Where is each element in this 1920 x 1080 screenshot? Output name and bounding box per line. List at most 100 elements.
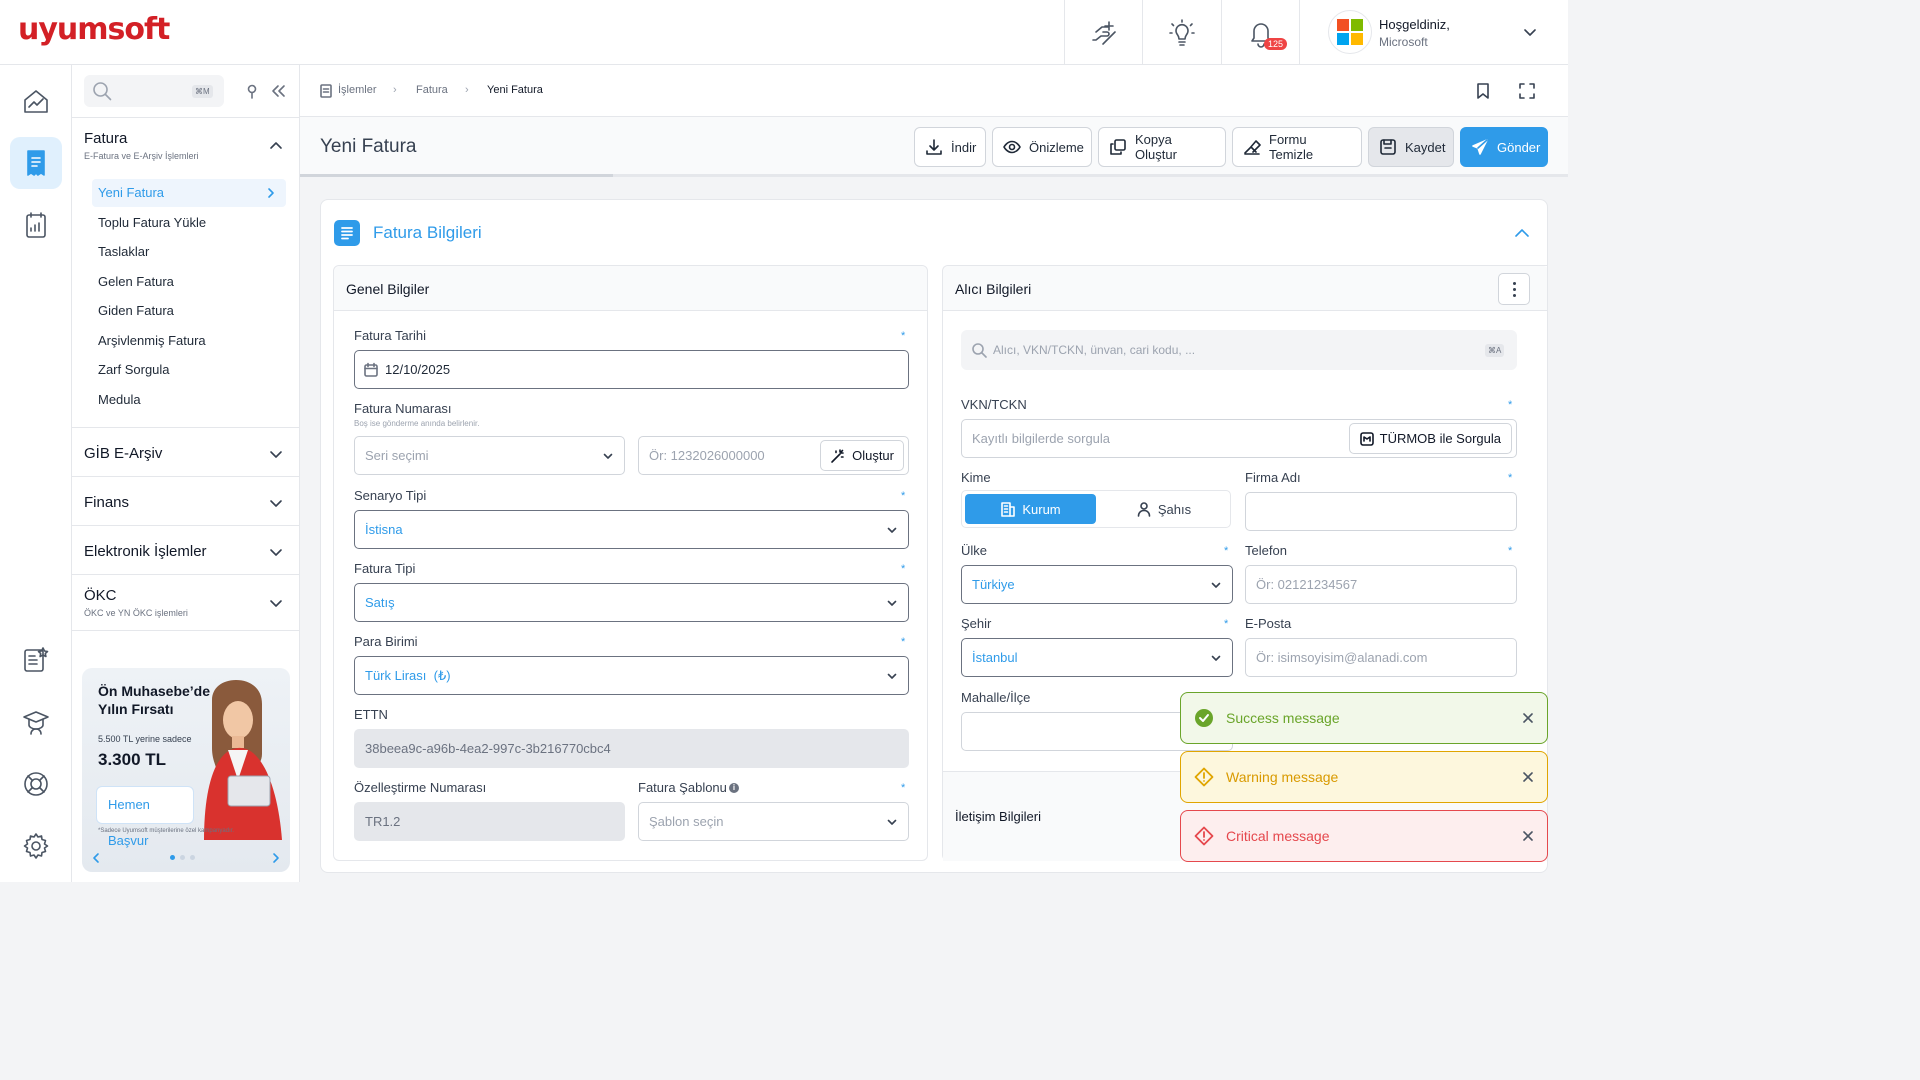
vkn-input[interactable]: Kayıtlı bilgilerde sorgula TÜRMOB ile So…	[961, 419, 1517, 458]
sidebar-search-input[interactable]: ⌘M	[84, 75, 224, 107]
section-title[interactable]: Fatura	[84, 130, 127, 147]
breadcrumb-item[interactable]: İşlemler	[338, 84, 377, 96]
sidebar-section-finans[interactable]: Finans	[72, 476, 300, 525]
phone-input[interactable]: Ör: 02121234567	[1245, 565, 1517, 604]
sidebar-item-gelen-fatura[interactable]: Gelen Fatura	[92, 268, 286, 296]
quick-action-button[interactable]	[1064, 0, 1142, 65]
scenario-select[interactable]: İstisna	[354, 510, 909, 549]
sidebar-section-elektronik-islemler[interactable]: Elektronik İşlemler	[72, 525, 300, 574]
eye-icon	[1003, 138, 1021, 156]
invoice-type-select[interactable]: Satış	[354, 583, 909, 622]
sidebar-item-giden-fatura[interactable]: Giden Fatura	[92, 297, 286, 325]
chevron-down-icon[interactable]	[1522, 24, 1538, 40]
copy-button[interactable]: Kopya Oluştur	[1098, 127, 1226, 167]
download-icon	[925, 138, 943, 156]
rail-support[interactable]	[10, 758, 62, 810]
receiver-search-input[interactable]: Alıcı, VKN/TCKN, ünvan, cari kodu, ... ⌘…	[961, 330, 1517, 370]
firm-name-input[interactable]	[1245, 492, 1517, 531]
sidebar-item-label: Yeni Fatura	[98, 185, 165, 200]
toast-success-text: Success message	[1226, 710, 1340, 726]
chevron-up-icon[interactable]	[1513, 224, 1531, 242]
email-input[interactable]: Ör: isimsoyisim@alanadi.com	[1245, 638, 1517, 677]
chevron-down-icon	[268, 495, 284, 511]
rail-favorites[interactable]	[10, 634, 62, 686]
greeting-text: Hoşgeldiniz,	[1379, 17, 1450, 32]
sidebar-item-zarf-sorgula[interactable]: Zarf Sorgula	[92, 356, 286, 384]
city-label: Şehir	[961, 616, 992, 631]
logo[interactable]: uyumsoft	[18, 12, 170, 47]
panel-header: Alıcı Bilgileri	[943, 266, 1547, 311]
pin-icon[interactable]	[244, 83, 260, 99]
close-icon[interactable]	[1521, 770, 1535, 784]
breadcrumb-item-current: Yeni Fatura	[487, 84, 543, 96]
required-marker: *	[1508, 472, 1513, 484]
section-title: GİB E-Arşiv	[84, 445, 163, 462]
bookmark-icon[interactable]	[1474, 82, 1492, 100]
send-button[interactable]: Gönder	[1460, 127, 1548, 167]
invoice-number-hint: Boş ise gönderme anında belirlenir.	[354, 419, 480, 428]
recipient-type-kurum[interactable]: Kurum	[965, 494, 1096, 524]
recipient-type-sahis[interactable]: Şahıs	[1098, 494, 1229, 524]
promo-title: Ön Muhasebe’de Yılın Fırsatı	[98, 683, 211, 717]
template-select[interactable]: Şablon seçin	[638, 802, 909, 841]
chevron-down-icon	[886, 670, 898, 682]
customization-label: Özelleştirme Numarası	[354, 780, 487, 795]
sidebar-section-gib-e-arsiv[interactable]: GİB E-Arşiv	[72, 427, 300, 476]
save-button[interactable]: Kaydet	[1368, 127, 1454, 167]
invoice-number-input[interactable]: Ör: 1232026000000 Oluştur	[638, 436, 909, 475]
receiver-search-placeholder: Alıcı, VKN/TCKN, ünvan, cari kodu, ...	[993, 343, 1196, 357]
chevron-down-icon	[602, 450, 614, 462]
preview-button[interactable]: Önizleme	[992, 127, 1092, 167]
download-button[interactable]: İndir	[914, 127, 986, 167]
rail-invoice[interactable]	[10, 137, 62, 189]
sidebar-item-yeni-fatura[interactable]: Yeni Fatura	[92, 179, 286, 207]
clear-form-button[interactable]: Formu Temizle	[1232, 127, 1362, 167]
chevron-left-icon[interactable]	[90, 852, 102, 864]
sidebar-item-arsivlenmis-fatura[interactable]: Arşivlenmiş Fatura	[92, 327, 286, 355]
chevron-up-icon[interactable]	[268, 138, 284, 154]
toast-critical: Critical message	[1180, 810, 1548, 862]
sidebar-item-taslaklar[interactable]: Taslaklar	[92, 238, 286, 266]
sidebar-item-toplu-fatura-yukle[interactable]: Toplu Fatura Yükle	[92, 209, 286, 237]
tips-button[interactable]	[1142, 0, 1220, 65]
toast-warning: Warning message	[1180, 751, 1548, 803]
carousel-dot[interactable]	[190, 855, 195, 860]
close-icon[interactable]	[1521, 711, 1535, 725]
series-select[interactable]: Seri seçimi	[354, 436, 625, 475]
phone-label: Telefon	[1245, 543, 1287, 558]
currency-select[interactable]: Türk Lirası (₺)	[354, 656, 909, 695]
rail-education[interactable]	[10, 696, 62, 748]
collapse-sidebar-icon[interactable]	[270, 83, 286, 99]
chevron-right-icon[interactable]	[270, 852, 282, 864]
invoice-type-label: Fatura Tipi	[354, 561, 416, 576]
section-title: Finans	[84, 494, 130, 511]
promo-apply-button[interactable]: Hemen Başvur	[96, 786, 194, 848]
rail-reports[interactable]	[10, 199, 62, 251]
info-icon[interactable]: i	[729, 783, 739, 793]
breadcrumb-item[interactable]: Fatura	[416, 84, 448, 96]
notifications-button[interactable]: 125	[1221, 0, 1299, 65]
sidebar-section-okc[interactable]: ÖKC ÖKC ve YN ÖKC işlemleri	[72, 574, 300, 631]
chevron-down-icon	[1210, 652, 1222, 664]
country-select[interactable]: Türkiye	[961, 565, 1233, 604]
chevron-down-icon	[268, 446, 284, 462]
fullscreen-icon[interactable]	[1518, 82, 1536, 100]
rail-dashboard[interactable]	[10, 75, 62, 127]
city-select[interactable]: İstanbul	[961, 638, 1233, 677]
invoice-date-value: 12/10/2025	[385, 362, 451, 377]
turmob-query-button[interactable]: TÜRMOB ile Sorgula	[1348, 423, 1512, 454]
send-label: Gönder	[1497, 139, 1541, 155]
carousel-dot[interactable]	[170, 855, 175, 860]
user-menu[interactable]: Hoşgeldiniz, Microsoft	[1299, 0, 1568, 65]
sidebar-item-medula[interactable]: Medula	[92, 386, 286, 414]
create-number-button[interactable]: Oluştur	[820, 440, 904, 471]
calendar-icon	[363, 362, 379, 378]
more-options-button[interactable]	[1498, 273, 1530, 305]
recipient-type-toggle: Kurum Şahıs	[961, 490, 1231, 528]
rail-settings[interactable]	[10, 820, 62, 872]
currency-label: Para Birimi	[354, 634, 418, 649]
close-icon[interactable]	[1521, 829, 1535, 843]
invoice-date-field[interactable]: 12/10/2025	[354, 350, 909, 389]
carousel-dot[interactable]	[180, 855, 185, 860]
chevron-down-icon	[886, 597, 898, 609]
